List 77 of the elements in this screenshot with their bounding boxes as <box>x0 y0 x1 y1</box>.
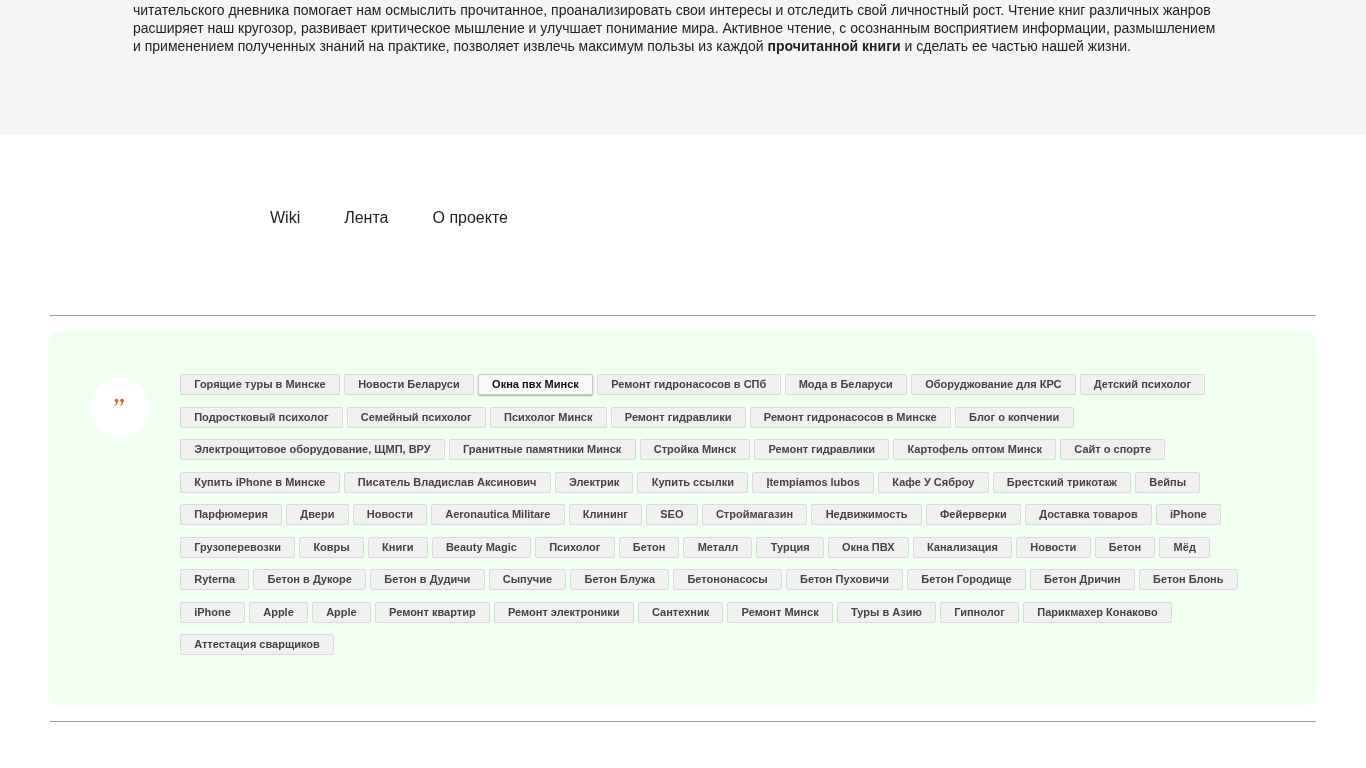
tag-link[interactable]: Бетон Блонь <box>1138 569 1238 590</box>
tag-link[interactable]: Новости <box>1016 536 1091 558</box>
tag-link[interactable]: SEO <box>646 504 698 525</box>
tag-link[interactable]: Apple <box>312 601 371 623</box>
tag-link[interactable]: Ковры <box>299 536 364 558</box>
quote-icon <box>90 377 150 437</box>
tag-link[interactable]: Окна ПВХ <box>827 536 909 558</box>
tag-link[interactable]: Бетон Городище <box>907 569 1026 590</box>
tag-link[interactable]: Сайт о спорте <box>1060 439 1166 460</box>
tag-link[interactable]: Ремонт гидравлики <box>610 406 746 428</box>
tag-link[interactable]: Горящие туры в Минске <box>180 374 340 395</box>
tag-link[interactable]: Купить iPhone в Минске <box>180 471 340 493</box>
tag-link[interactable]: Психолог Минск <box>489 406 607 428</box>
tag-link[interactable]: Įtempiamos lubos <box>752 471 875 493</box>
tag-link[interactable]: Турция <box>756 536 824 558</box>
tag-link[interactable]: Apple <box>249 601 308 623</box>
tag-link[interactable]: Бетон Дричин <box>1029 569 1135 590</box>
tag-link[interactable]: Брестский трикотаж <box>992 471 1132 493</box>
tag-link[interactable]: Бетон Блужа <box>570 569 670 590</box>
tag-link[interactable]: Купить ссылки <box>637 471 749 493</box>
tag-link[interactable]: Фейерверки <box>925 504 1021 525</box>
tag-link[interactable]: Новости <box>352 504 428 525</box>
tag-link[interactable]: Электрик <box>554 471 634 493</box>
tag-link[interactable]: Новости Беларуси <box>343 374 474 395</box>
tag-link[interactable]: Ремонт гидронасосов в Минске <box>749 406 951 428</box>
tag-link[interactable]: Ремонт гидравлики <box>754 439 890 460</box>
tag-link[interactable]: Бетон в Дудичи <box>370 569 485 590</box>
tag-link[interactable]: Книги <box>367 536 428 558</box>
nav-link[interactable]: О проекте <box>432 208 508 228</box>
tag-link[interactable]: Туры в Азию <box>836 601 937 623</box>
tag-link[interactable]: Beauty Magic <box>431 536 531 558</box>
tag-link[interactable]: iPhone <box>180 601 246 623</box>
tag-link[interactable]: Металл <box>683 536 753 558</box>
tag-link[interactable]: Стройка Минск <box>639 439 751 460</box>
tag-link[interactable]: Гранитные памятники Минск <box>448 439 636 460</box>
tag-link[interactable]: Ryterna <box>180 569 250 590</box>
tag-link[interactable]: Грузоперевозки <box>180 536 296 558</box>
tag-link[interactable]: Ремонт электроники <box>493 601 634 623</box>
article-paragraph: читательского дневника помогает нам осмыслить прочитанное, проанализировать свои интересы и отследить свой личностный рост. Чтение книг различных жанров расширяет наш кругозор, развивает критическое мышление и улучшает понимание мира. Активное чтение, с осознанным восприятием информации, размышлением и применением полученных знаний на практике, позволяет извлечь максимум пользы из каждой прочитанной книги и сделать ее частью нашей жизни. <box>133 1 1217 55</box>
tag-link[interactable]: Клининг <box>568 504 643 525</box>
tag-link[interactable]: Бетон <box>618 536 680 558</box>
tag-link[interactable]: Электрощитовое оборудование, ЩМП, ВРУ <box>180 439 445 460</box>
tag-link[interactable]: Бетон Пуховичи <box>785 569 904 590</box>
tag-link[interactable]: Недвижимость <box>811 504 922 525</box>
tag-link[interactable]: Строймагазин <box>701 504 808 525</box>
tag-link[interactable]: Писатель Владислав Аксинович <box>343 471 551 493</box>
tag-link[interactable]: Бетон в Дукоре <box>253 569 367 590</box>
tag-link[interactable]: Детский психолог <box>1079 374 1206 395</box>
tag-link[interactable]: Aeronautica Militare <box>431 504 565 525</box>
tag-link[interactable]: Картофель оптом Минск <box>893 439 1057 460</box>
tag-link[interactable]: Окна пвх Минск <box>477 374 593 395</box>
tag-link[interactable]: Семейный психолог <box>346 406 486 428</box>
tag-link[interactable]: Парфюмерия <box>180 504 283 525</box>
tag-link[interactable]: Парикмахер Конаково <box>1023 601 1172 623</box>
tag-link[interactable]: Блог о копчении <box>954 406 1074 428</box>
tag-link[interactable]: Ремонт Минск <box>727 601 833 623</box>
tag-link[interactable]: Кафе У Сяброу <box>878 471 989 493</box>
tag-link[interactable]: Бетононасосы <box>673 569 782 590</box>
tag-link[interactable]: Ремонт квартир <box>374 601 490 623</box>
nav-link[interactable]: Лента <box>344 208 389 228</box>
tag-link[interactable]: Доставка товаров <box>1025 504 1152 525</box>
tag-link[interactable]: Ремонт гидронасосов в СПб <box>596 374 781 395</box>
tag-link[interactable]: Сантехник <box>637 601 724 623</box>
tag-link[interactable]: Психолог <box>535 536 615 558</box>
tag-link[interactable]: Подростковый психолог <box>180 406 343 428</box>
tag-link[interactable]: iPhone <box>1155 504 1221 525</box>
tag-link[interactable]: Вейпы <box>1135 471 1201 493</box>
tag-link[interactable]: Оборуджование для КРС <box>911 374 1076 395</box>
tag-link[interactable]: Двери <box>286 504 349 525</box>
nav-link[interactable]: Wiki <box>270 208 301 228</box>
tag-link[interactable]: Мода в Беларуси <box>784 374 907 395</box>
tag-link[interactable]: Бетон <box>1094 536 1156 558</box>
tag-link[interactable]: Мёд <box>1159 536 1211 558</box>
tag-link[interactable]: Гипнолог <box>940 601 1020 623</box>
tag-link[interactable]: Сыпучие <box>488 569 567 590</box>
tag-link[interactable]: Аттестация сварщиков <box>180 634 334 655</box>
tag-link[interactable]: Канализация <box>912 536 1013 558</box>
